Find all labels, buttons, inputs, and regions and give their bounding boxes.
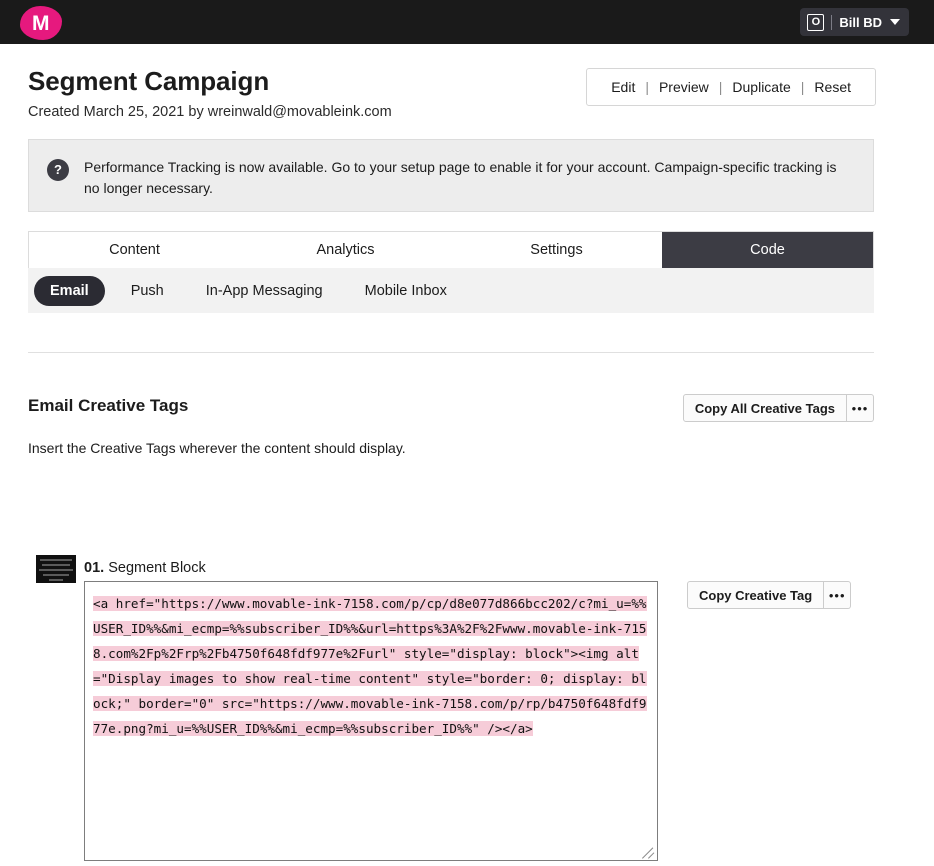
user-menu[interactable]: O Bill BD xyxy=(800,8,909,36)
copy-tag-button-group: Copy Creative Tag ••• xyxy=(687,581,852,609)
copy-tag-more-options-button[interactable]: ••• xyxy=(824,581,852,609)
chevron-down-icon xyxy=(890,19,900,25)
block-number: 01. xyxy=(84,560,105,576)
reset-button[interactable]: Reset xyxy=(804,79,861,95)
user-name-label: Bill BD xyxy=(839,14,882,30)
duplicate-button[interactable]: Duplicate xyxy=(722,79,800,95)
page-title: Segment Campaign xyxy=(28,66,270,96)
tab-content[interactable]: Content xyxy=(29,232,240,268)
brand-logo[interactable]: M xyxy=(18,3,64,43)
copy-all-button-group: Copy All Creative Tags ••• xyxy=(682,394,874,422)
user-menu-divider xyxy=(831,14,833,30)
tab-settings[interactable]: Settings xyxy=(451,232,662,268)
subtab-mobile-inbox[interactable]: Mobile Inbox xyxy=(349,276,463,306)
performance-tracking-notice: ? Performance Tracking is now available.… xyxy=(28,139,874,212)
creative-tag-textarea[interactable]: <a href="https://www.movable-ink-7158.co… xyxy=(84,581,658,861)
creative-tag-code[interactable]: <a href="https://www.movable-ink-7158.co… xyxy=(93,591,649,741)
section-title: Email Creative Tags xyxy=(28,396,189,415)
action-bar: Edit | Preview | Duplicate | Reset xyxy=(586,68,876,106)
block-name: Segment Block xyxy=(108,560,206,576)
subtab-push[interactable]: Push xyxy=(115,276,180,306)
block-thumbnail[interactable] xyxy=(36,555,76,583)
copy-all-creative-tags-button[interactable]: Copy All Creative Tags xyxy=(682,394,847,422)
subtab-email[interactable]: Email xyxy=(34,275,105,306)
page-subtitle: Created March 25, 2021 by wreinwald@mova… xyxy=(28,104,392,120)
tab-analytics[interactable]: Analytics xyxy=(240,232,451,268)
section-description: Insert the Creative Tags wherever the co… xyxy=(28,440,406,456)
page-header: Segment Campaign Created March 25, 2021 … xyxy=(28,66,392,120)
main-tabs: Content Analytics Settings Code xyxy=(28,231,874,268)
account-badge-icon: O xyxy=(807,13,825,31)
channel-subtabs: Email Push In-App Messaging Mobile Inbox xyxy=(28,268,874,313)
creative-tag-code-text: <a href="https://www.movable-ink-7158.co… xyxy=(93,596,647,736)
notice-text: Performance Tracking is now available. G… xyxy=(84,159,837,196)
help-question-icon: ? xyxy=(47,159,69,181)
textarea-resize-handle[interactable] xyxy=(642,845,656,859)
subtab-in-app-messaging[interactable]: In-App Messaging xyxy=(190,276,339,306)
copy-all-more-options-button[interactable]: ••• xyxy=(847,394,874,422)
preview-button[interactable]: Preview xyxy=(649,79,719,95)
top-bar: M O Bill BD xyxy=(0,0,934,44)
section-divider xyxy=(28,352,874,353)
logo-letter: M xyxy=(32,11,50,35)
copy-creative-tag-button[interactable]: Copy Creative Tag xyxy=(687,581,825,609)
block-label: 01. Segment Block xyxy=(84,560,206,576)
edit-button[interactable]: Edit xyxy=(601,79,645,95)
tab-code[interactable]: Code xyxy=(662,232,873,268)
